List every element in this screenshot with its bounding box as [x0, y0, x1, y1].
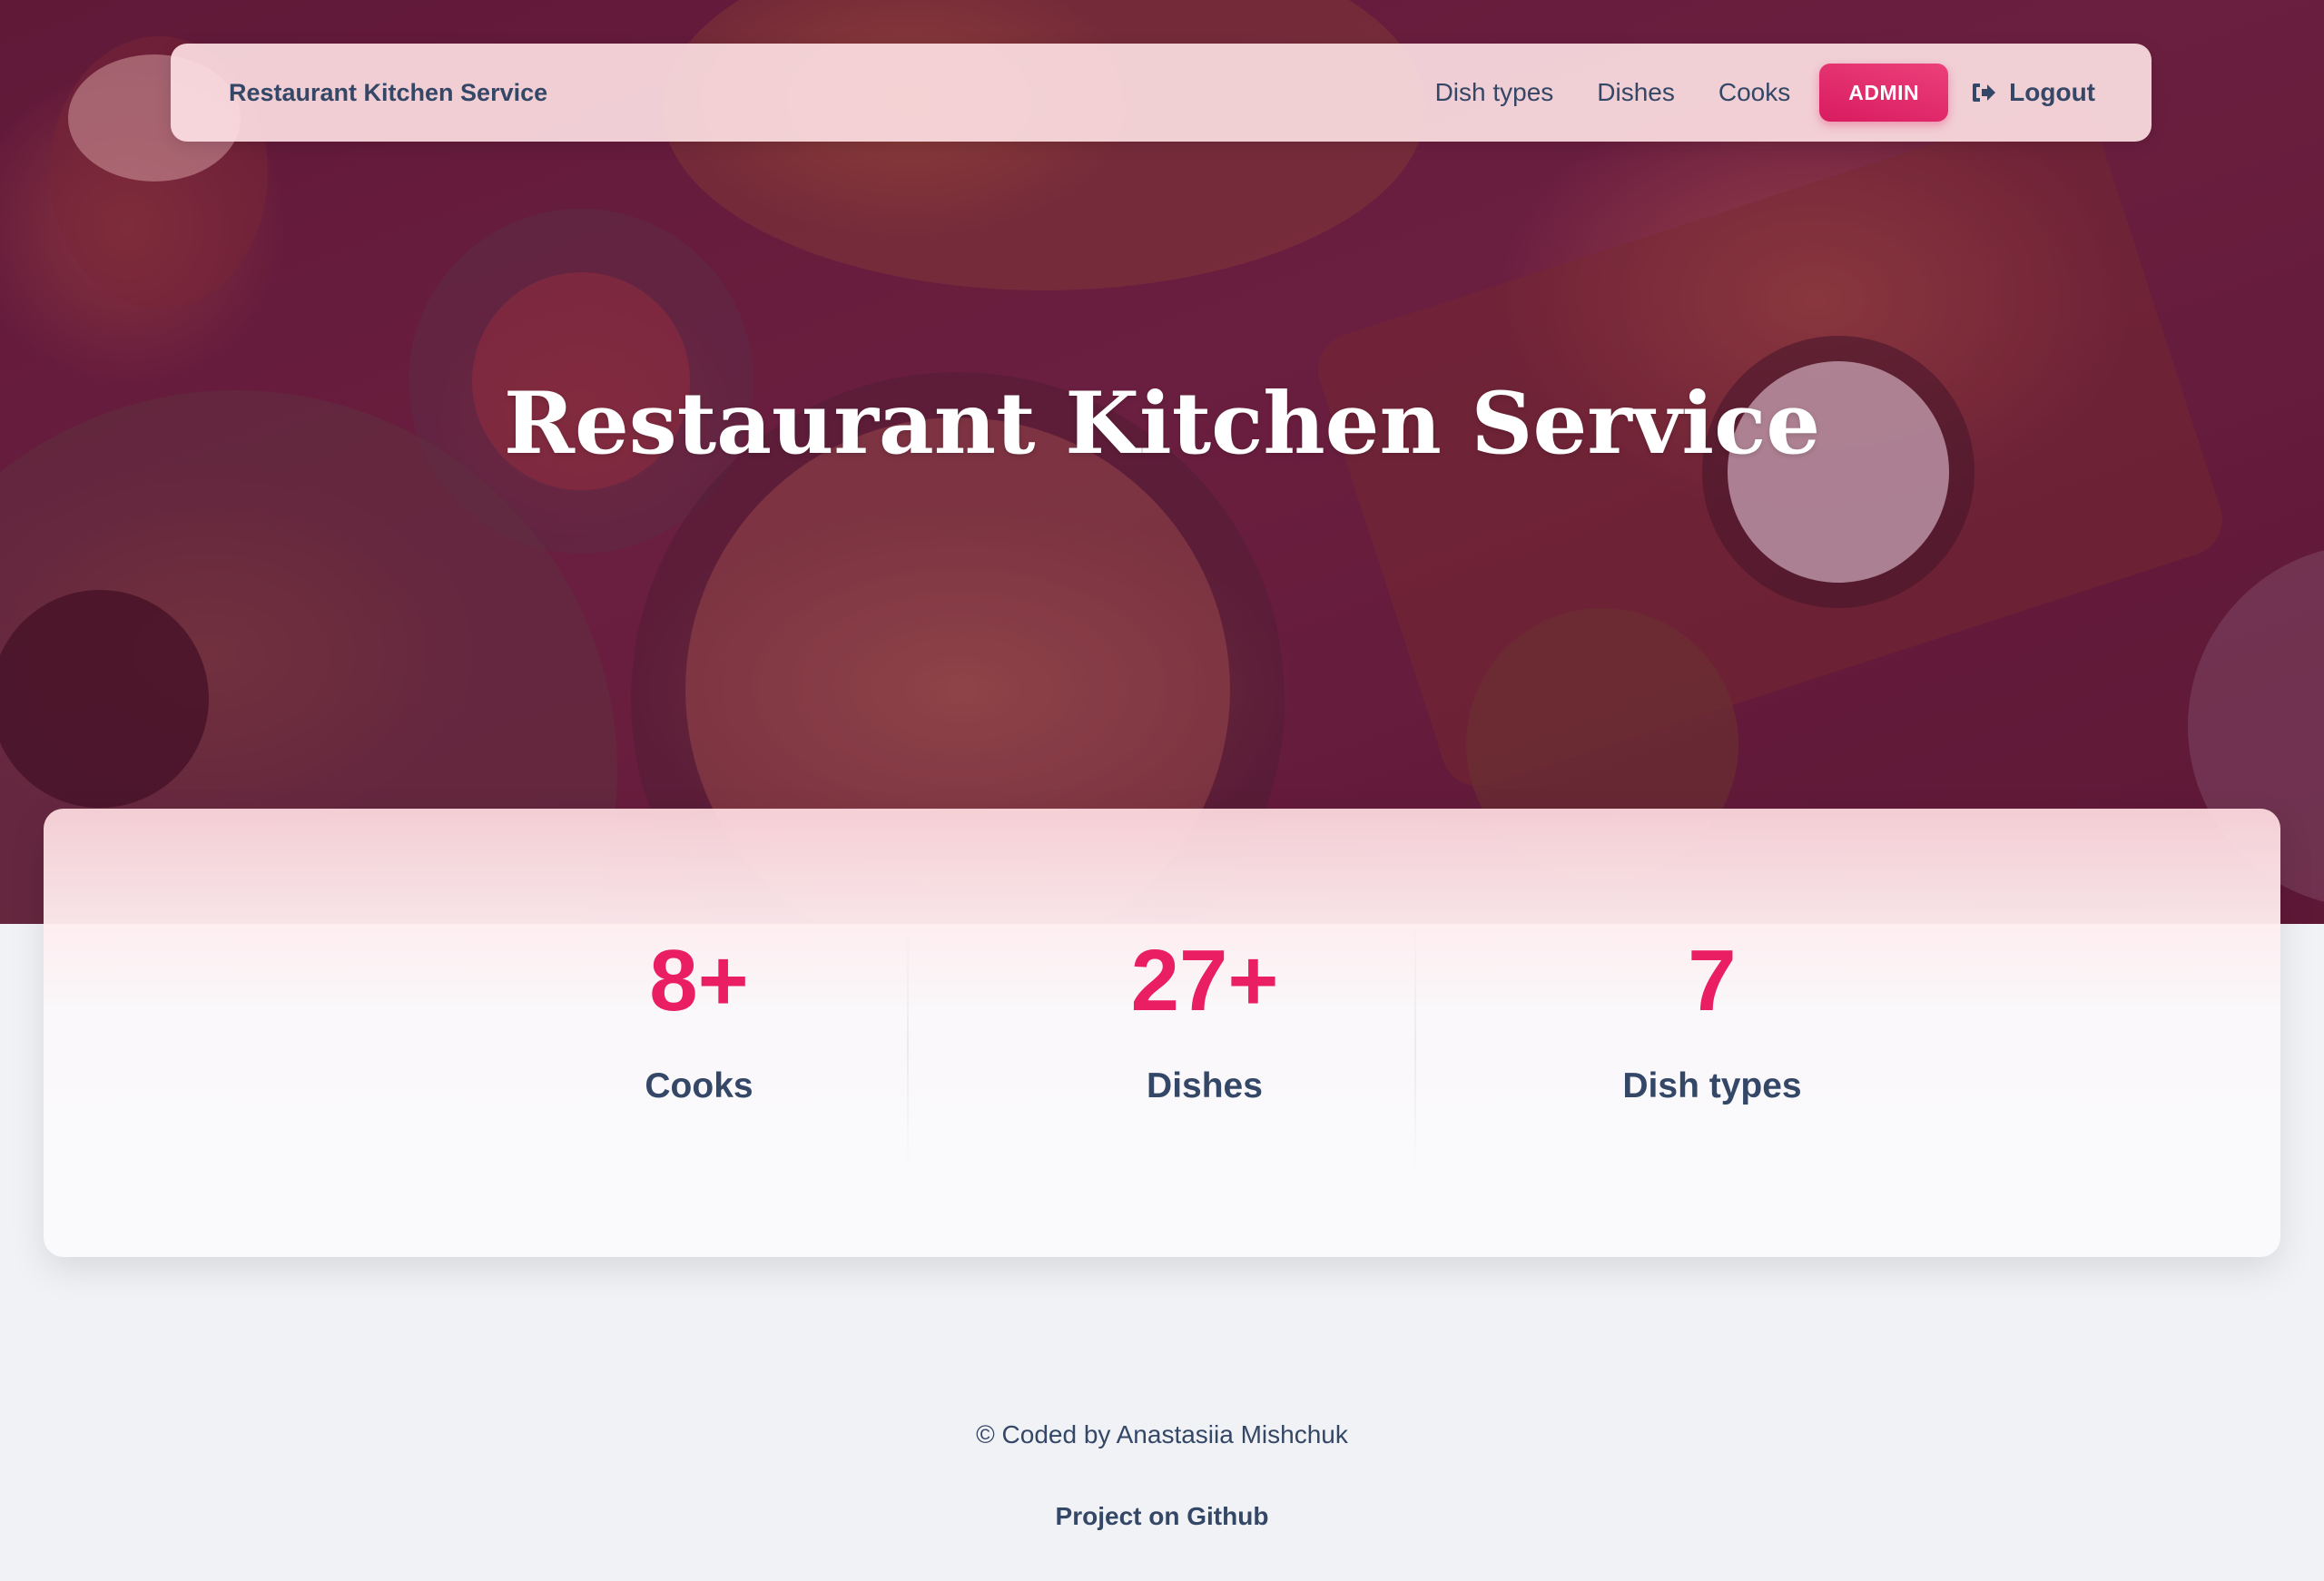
top-navbar: Restaurant Kitchen Service Dish types Di… [171, 44, 2152, 142]
logout-link[interactable]: Logout [1970, 78, 2095, 107]
logout-label: Logout [2009, 78, 2095, 106]
admin-button[interactable]: ADMIN [1819, 64, 1949, 122]
stat-divider [1414, 919, 1416, 1175]
stat-value: 27+ [1130, 932, 1279, 1029]
stat-label: Cooks [645, 1066, 753, 1105]
nav-link-dish-types[interactable]: Dish types [1435, 78, 1554, 107]
stat-dish-types: 7 Dish types [1458, 809, 1966, 1257]
nav-link-cooks[interactable]: Cooks [1718, 78, 1790, 107]
stat-divider [907, 919, 909, 1175]
nav-link-dishes[interactable]: Dishes [1597, 78, 1675, 107]
brand-link[interactable]: Restaurant Kitchen Service [229, 44, 547, 142]
stat-label: Dishes [1147, 1066, 1263, 1105]
stat-label: Dish types [1622, 1066, 1802, 1105]
footer-copyright: © Coded by Anastasiia Mishchuk [976, 1420, 1348, 1448]
stats-card: 8+ Cooks 27+ Dishes 7 Dish types [44, 809, 2280, 1257]
github-project-link[interactable]: Project on Github [1056, 1502, 1269, 1530]
stat-cooks: 8+ Cooks [445, 809, 953, 1257]
stat-value: 7 [1688, 932, 1737, 1029]
stat-value: 8+ [649, 932, 749, 1029]
sign-out-icon [1970, 79, 1997, 106]
footer-link-row: Project on Github [0, 1502, 2324, 1531]
nav-links: Dish types Dishes Cooks ADMIN Logout [1435, 44, 2095, 142]
stat-dishes: 27+ Dishes [950, 809, 1459, 1257]
hero-title: Restaurant Kitchen Service [503, 374, 1821, 474]
